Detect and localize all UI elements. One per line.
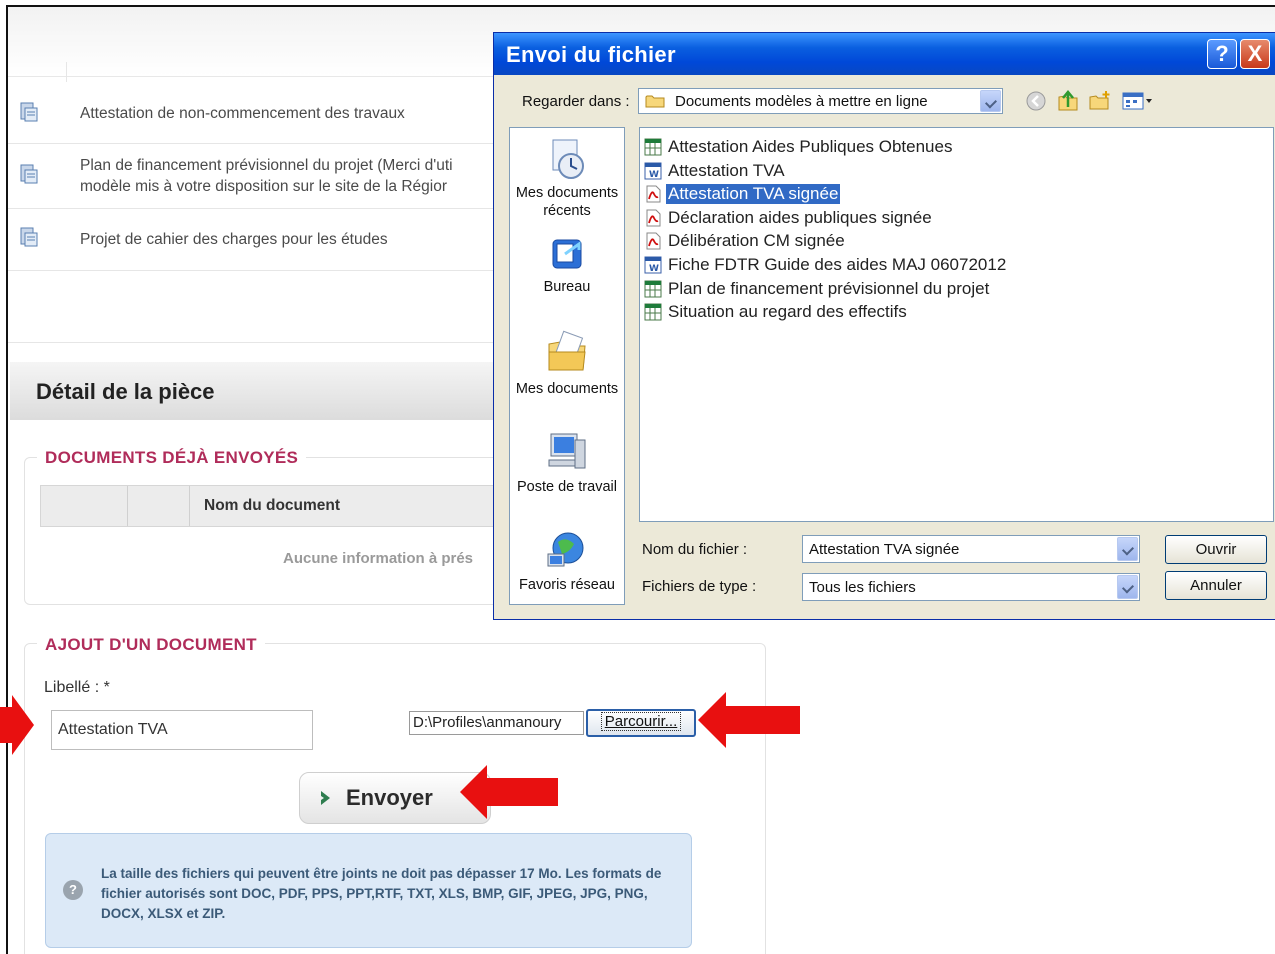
word-file-icon: W	[644, 162, 662, 180]
look-in-select[interactable]: Documents modèles à mettre en ligne	[638, 88, 1003, 114]
places-bar: Mes documents récents Bureau Mes documen…	[509, 127, 625, 605]
dialog-title: Envoi du fichier	[506, 42, 676, 67]
folder-icon	[645, 95, 665, 108]
document-icon	[20, 164, 38, 184]
pdf-file-icon	[644, 209, 662, 227]
word-file-icon: W	[644, 256, 662, 274]
place-recent-documents[interactable]: Mes documents récents	[510, 138, 624, 220]
document-row[interactable]: Projet de cahier des charges pour les ét…	[8, 209, 508, 271]
excel-file-icon	[644, 303, 662, 321]
close-button[interactable]: X	[1240, 39, 1270, 69]
place-label: Mes documents	[515, 381, 619, 397]
browse-button[interactable]: Parcourir...	[586, 709, 696, 737]
libelle-input[interactable]	[51, 710, 313, 750]
excel-file-icon	[644, 280, 662, 298]
browse-button-label: Parcourir...	[600, 712, 682, 731]
new-folder-icon[interactable]	[1088, 89, 1112, 113]
open-button[interactable]: Ouvrir	[1165, 535, 1267, 564]
dialog-titlebar[interactable]: Envoi du fichier ? X	[494, 33, 1275, 75]
filetype-value: Tous les fichiers	[809, 579, 916, 596]
file-name: Situation au regard des effectifs	[668, 302, 907, 322]
file-upload-dialog: Envoi du fichier ? X Regarder dans : Doc…	[493, 32, 1275, 620]
place-my-documents[interactable]: Mes documents	[510, 330, 624, 398]
column-divider	[127, 486, 128, 526]
file-name: Fiche FDTR Guide des aides MAJ 06072012	[668, 255, 1007, 274]
document-icon	[20, 102, 38, 122]
info-text: La taille des fichiers qui peuvent être …	[101, 866, 662, 921]
file-name: Délibération CM signée	[668, 231, 845, 251]
file-name: Attestation TVA	[668, 160, 785, 180]
desktop-icon	[552, 239, 582, 269]
sent-documents-section	[24, 457, 524, 605]
back-icon[interactable]	[1024, 89, 1048, 113]
filetype-label: Fichiers de type :	[642, 578, 757, 595]
file-name: Attestation Aides Publiques Obtenues	[668, 137, 953, 156]
look-in-label: Regarder dans :	[522, 93, 630, 110]
recent-documents-icon	[552, 139, 584, 179]
document-label: Plan de financement prévisionnel du proj…	[80, 157, 453, 195]
pdf-file-icon	[644, 185, 662, 203]
file-name: Attestation TVA signée	[666, 184, 841, 205]
excel-file-icon	[644, 138, 662, 156]
help-icon: ?	[63, 880, 83, 900]
up-folder-icon[interactable]	[1056, 89, 1080, 113]
chevron-right-icon	[321, 791, 330, 805]
column-divider	[189, 486, 190, 526]
document-row[interactable]: Attestation de non-commencement des trav…	[8, 82, 508, 144]
place-label: Bureau	[543, 279, 591, 295]
document-label: Projet de cahier des charges pour les ét…	[80, 231, 388, 248]
filename-input[interactable]: Attestation TVA signée	[802, 535, 1140, 563]
network-places-icon	[547, 532, 584, 567]
place-label: Favoris réseau	[519, 577, 615, 593]
info-box: ? La taille des fichiers qui peuvent êtr…	[45, 833, 692, 948]
empty-table-message: Aucune information à prés	[283, 550, 474, 567]
file-list[interactable]: Attestation Aides Publiques Obtenues W Att…	[639, 127, 1274, 522]
add-document-legend: AJOUT D'UN DOCUMENT	[37, 635, 265, 655]
cancel-button[interactable]: Annuler	[1165, 571, 1267, 600]
filename-value: Attestation TVA signée	[809, 541, 960, 558]
my-computer-icon	[548, 433, 586, 469]
filename-label: Nom du fichier :	[642, 541, 748, 558]
svg-text:W: W	[649, 170, 659, 180]
column-header-name[interactable]: Nom du document	[204, 497, 340, 515]
page-title: Détail de la pièce	[36, 379, 215, 404]
file-path-input[interactable]: D:\Profiles\anmanoury	[409, 711, 584, 735]
spacer	[8, 271, 508, 343]
sent-documents-legend: DOCUMENTS DÉJÀ ENVOYÉS	[37, 448, 307, 468]
place-my-computer[interactable]: Poste de travail	[510, 430, 624, 496]
pdf-file-icon	[644, 232, 662, 250]
document-icon	[20, 227, 38, 247]
arrow-annotation-icon	[0, 695, 34, 755]
place-label: Poste de travail	[517, 479, 617, 495]
libelle-label: Libellé : *	[44, 679, 110, 696]
arrow-annotation-icon	[698, 692, 800, 748]
document-label: Attestation de non-commencement des trav…	[80, 105, 405, 122]
place-label: Mes documents récents	[515, 185, 619, 219]
send-button-label: Envoyer	[346, 785, 433, 810]
place-network[interactable]: Favoris réseau	[510, 526, 624, 594]
arrow-annotation-icon	[460, 765, 558, 819]
help-button[interactable]: ?	[1207, 39, 1237, 69]
place-desktop[interactable]: Bureau	[510, 236, 624, 296]
svg-text:W: W	[649, 264, 659, 274]
document-row[interactable]: Plan de financement prévisionnel du proj…	[8, 144, 508, 209]
filetype-select[interactable]: Tous les fichiers	[802, 573, 1140, 601]
dropdown-arrow-icon[interactable]	[1117, 575, 1138, 599]
dropdown-arrow-icon[interactable]	[980, 90, 1001, 112]
my-documents-icon	[548, 330, 586, 371]
view-menu-icon[interactable]	[1121, 89, 1155, 113]
file-name: Déclaration aides publiques signée	[668, 207, 932, 227]
dropdown-arrow-icon[interactable]	[1117, 537, 1138, 561]
documents-table-header: Nom du document	[40, 485, 510, 527]
file-name: Plan de financement prévisionnel du proj…	[668, 278, 990, 298]
look-in-value: Documents modèles à mettre en ligne	[675, 93, 928, 110]
